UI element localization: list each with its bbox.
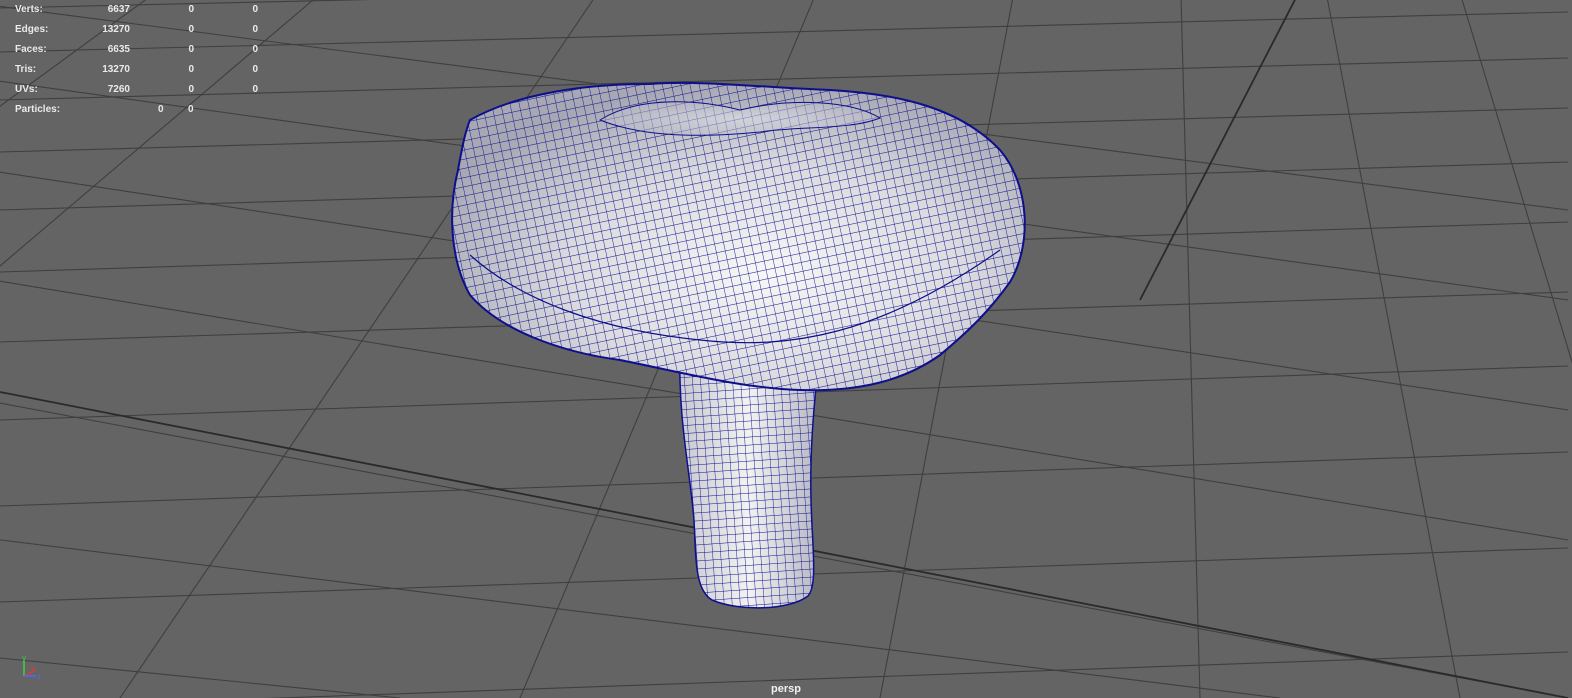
3d-viewport[interactable]: Verts: 6637 0 0 Edges: 13270 0 0 Faces: … (0, 0, 1572, 698)
mushroom-cap (451, 81, 1026, 392)
axis-gizmo-icon: y x z (22, 654, 41, 681)
stat-value: 0 (188, 64, 194, 75)
stat-value: 0 (158, 104, 164, 115)
stat-value: 0 (188, 4, 194, 15)
stat-value: 0 (252, 64, 258, 75)
stat-tris: Tris: 13270 0 0 (0, 60, 300, 80)
stat-value: 6637 (107, 4, 130, 15)
stat-edges: Edges: 13270 0 0 (0, 20, 300, 40)
stat-value: 0 (252, 24, 258, 35)
stat-value: 0 (188, 104, 194, 115)
axis-y-label: y (22, 654, 26, 662)
axis-x-label: x (30, 664, 34, 672)
stat-label: Edges: (15, 24, 49, 35)
stat-value: 0 (188, 84, 194, 95)
stat-value: 0 (188, 24, 194, 35)
stat-value: 13270 (102, 24, 130, 35)
stat-particles: Particles: 0 0 (0, 100, 300, 120)
stat-value: 6635 (107, 44, 130, 55)
stat-value: 0 (252, 44, 258, 55)
stat-value: 0 (188, 44, 194, 55)
stat-label: Particles: (15, 104, 61, 115)
stat-value: 13270 (102, 64, 130, 75)
stat-value: 0 (252, 84, 258, 95)
stat-value: 7260 (107, 84, 130, 95)
stat-label: Verts: (15, 4, 43, 15)
camera-label: persp (771, 683, 801, 695)
stat-faces: Faces: 6635 0 0 (0, 40, 300, 60)
stat-label: Tris: (15, 64, 37, 75)
stat-label: UVs: (15, 84, 38, 95)
stat-uvs: UVs: 7260 0 0 (0, 80, 300, 100)
hud-poly-count: Verts: 6637 0 0 Edges: 13270 0 0 Faces: … (0, 0, 300, 120)
axis-z-label: z (37, 673, 41, 681)
stat-verts: Verts: 6637 0 0 (0, 0, 300, 20)
stat-value: 0 (252, 4, 258, 15)
stat-label: Faces: (15, 44, 47, 55)
